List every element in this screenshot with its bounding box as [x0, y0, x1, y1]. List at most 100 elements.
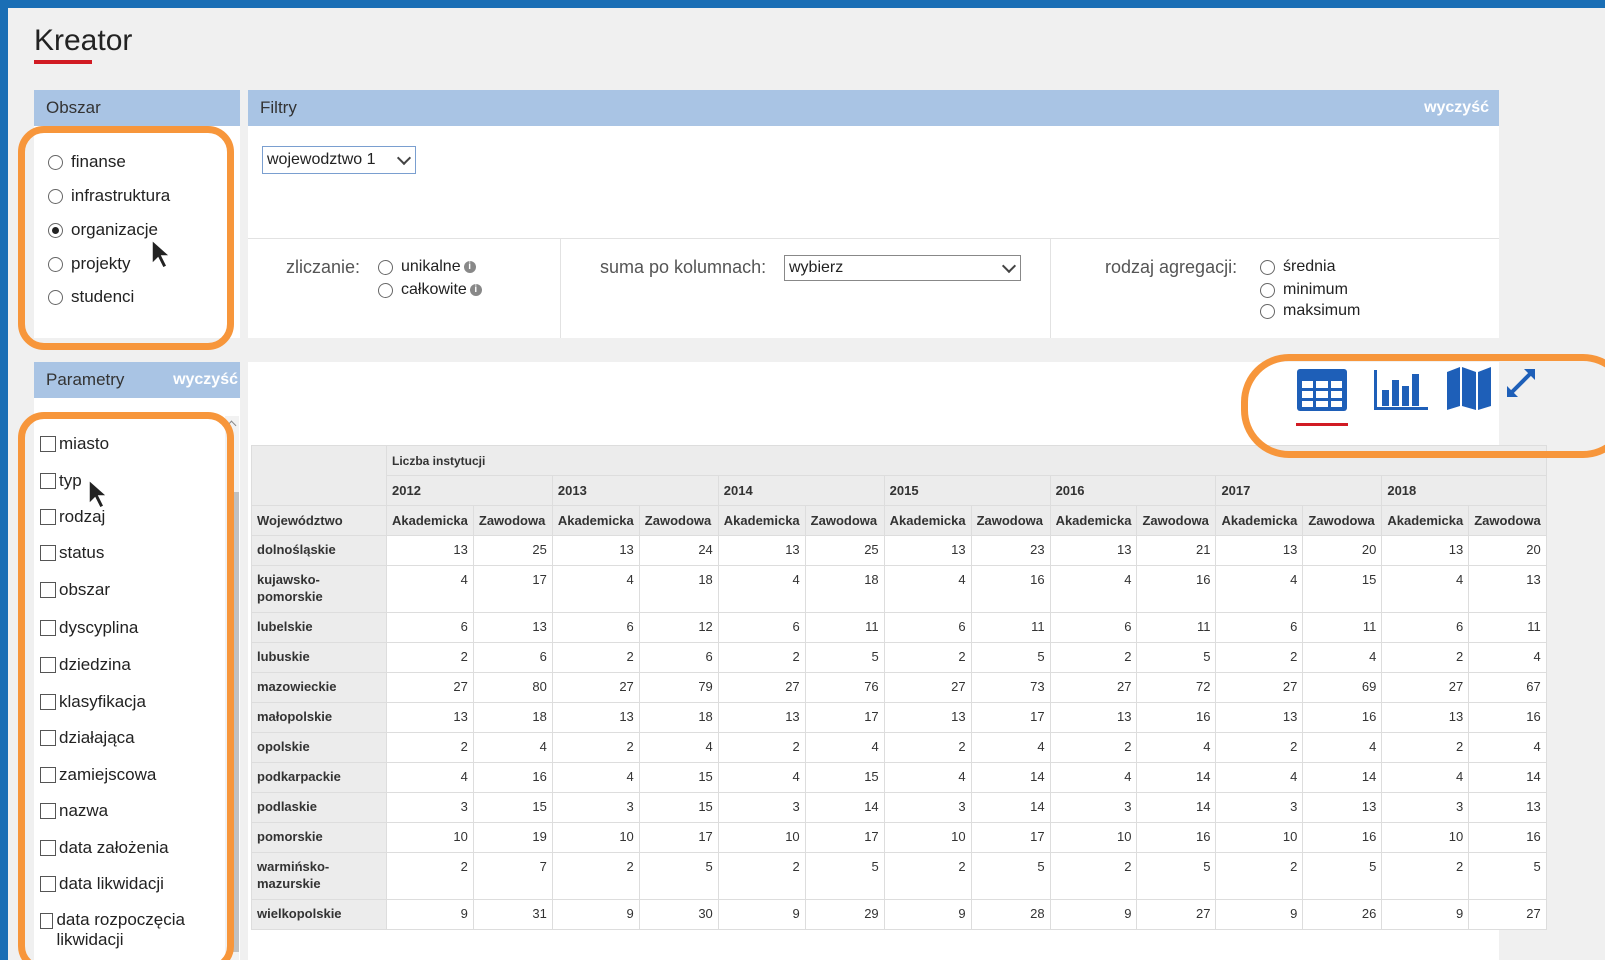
table-cell: 13 [717, 535, 806, 566]
checkbox[interactable] [40, 657, 56, 673]
table-cell: 10 [883, 822, 972, 853]
radio-icon[interactable] [48, 154, 63, 170]
radio-label: organizacje [71, 220, 158, 239]
expand-icon[interactable] [1504, 366, 1538, 400]
checkbox[interactable] [40, 840, 56, 856]
table-cell: 3 [717, 792, 806, 823]
table-view-icon[interactable] [1296, 368, 1348, 414]
param-label: dyscyplina [59, 618, 139, 637]
table-cell: 5 [970, 852, 1051, 900]
param-label: nazwa [59, 801, 109, 820]
table-cell: 4 [638, 732, 719, 763]
table-cell: 28 [970, 899, 1051, 930]
radio-organizacje[interactable]: organizacje [48, 220, 158, 240]
year-header: 2012 [386, 475, 553, 506]
suma-select[interactable]: wybierz [784, 255, 1021, 281]
filter-divider [248, 238, 1499, 239]
table-cell: 17 [970, 822, 1051, 853]
parametry-header: Parametry wyczyść [34, 362, 240, 398]
info-icon: i [463, 261, 476, 273]
table-cell: 3 [1215, 792, 1304, 823]
parametry-clear-link[interactable]: wyczyść [173, 362, 238, 398]
table-cell: 4 [717, 762, 806, 793]
table-row: kujawsko-pomorskie 4 17 4 18 4 18 4 16 4 16 4 15 4 13 [251, 565, 1547, 613]
checkbox[interactable] [40, 436, 56, 452]
checkbox[interactable] [40, 767, 56, 783]
param-klasyfikacja[interactable]: klasyfikacja [40, 692, 146, 712]
checkbox[interactable] [40, 509, 56, 525]
radio-icon[interactable] [1260, 303, 1275, 319]
param-typ[interactable]: typ [40, 471, 82, 491]
radio-label: maksimum [1283, 302, 1361, 319]
param-zamiejscowa[interactable]: zamiejscowa [40, 765, 156, 785]
checkbox[interactable] [40, 730, 56, 746]
param-rodzaj[interactable]: rodzaj [40, 507, 105, 527]
param-miasto[interactable]: miasto [40, 434, 109, 454]
chevron-down-icon [1001, 258, 1017, 274]
checkbox[interactable] [40, 473, 56, 489]
param-status[interactable]: status [40, 543, 104, 563]
type-header: Akademicka [717, 505, 806, 536]
table-cell: 9 [717, 899, 806, 930]
table-cell: 4 [1049, 762, 1138, 793]
radio-icon[interactable] [1260, 259, 1275, 275]
param-nazwa[interactable]: nazwa [40, 801, 108, 821]
radio-icon[interactable] [378, 282, 393, 298]
param-data-rozpoczecia-likwidacji[interactable]: data rozpoczęcia likwidacji [40, 910, 220, 950]
table-cell: 69 [1302, 672, 1383, 703]
checkbox[interactable] [40, 582, 56, 598]
radio-icon[interactable] [378, 259, 393, 275]
bar-chart-icon[interactable] [1372, 366, 1430, 412]
param-data-zalozenia[interactable]: data założenia [40, 838, 169, 858]
row-label: kujawsko-pomorskie [251, 565, 387, 613]
radio-maksimum[interactable]: maksimum [1260, 302, 1360, 320]
radio-infrastruktura[interactable]: infrastruktura [48, 186, 170, 206]
radio-calkowite[interactable]: całkowite i [378, 281, 482, 299]
checkbox[interactable] [40, 694, 56, 710]
table-cell: 2 [1381, 642, 1470, 673]
table-cell: 14 [804, 792, 885, 823]
radio-finanse[interactable]: finanse [48, 152, 126, 172]
checkbox[interactable] [40, 803, 56, 819]
radio-studenci[interactable]: studenci [48, 287, 134, 307]
radio-label: średnia [1283, 258, 1336, 275]
checkbox[interactable] [40, 913, 54, 929]
radio-selected-icon[interactable] [48, 222, 63, 238]
table-cell: 16 [1302, 702, 1383, 733]
voivodeship-select[interactable]: wojewodztwo 1 [262, 146, 416, 174]
param-dyscyplina[interactable]: dyscyplina [40, 618, 138, 638]
radio-minimum[interactable]: minimum [1260, 281, 1348, 299]
table-cell: 17 [804, 822, 885, 853]
table-cell: 18 [638, 565, 719, 613]
table-cell: 7 [472, 852, 553, 900]
radio-unikalne[interactable]: unikalne i [378, 258, 476, 276]
table-cell: 4 [386, 762, 474, 793]
radio-icon[interactable] [1260, 282, 1275, 298]
table-cell: 13 [1381, 535, 1470, 566]
radio-srednia[interactable]: średnia [1260, 258, 1335, 276]
table-cell: 15 [472, 792, 553, 823]
radio-icon[interactable] [48, 188, 63, 204]
radio-projekty[interactable]: projekty [48, 254, 131, 274]
map-icon[interactable] [1445, 364, 1493, 412]
filtry-clear-link[interactable]: wyczyść [1424, 90, 1489, 126]
row-label: wielkopolskie [251, 899, 387, 930]
param-dzialajaca[interactable]: działająca [40, 728, 135, 748]
table-cell: 6 [551, 612, 640, 643]
checkbox[interactable] [40, 545, 56, 561]
table-cell: 15 [638, 792, 719, 823]
checkbox[interactable] [40, 620, 56, 636]
param-obszar[interactable]: obszar [40, 580, 110, 600]
table-cell: 9 [1215, 899, 1304, 930]
table-cell: 13 [1049, 702, 1138, 733]
radio-icon[interactable] [48, 289, 63, 305]
parametry-scroll-thumb[interactable] [230, 492, 239, 952]
radio-icon[interactable] [48, 256, 63, 272]
table-cell: 12 [638, 612, 719, 643]
param-dziedzina[interactable]: dziedzina [40, 655, 131, 675]
table-cell: 2 [717, 732, 806, 763]
page-title: Kreator [34, 24, 133, 57]
checkbox[interactable] [40, 876, 56, 892]
subheader-row: Województwo Akademicka Zawodowa Akademicka Z… [251, 505, 1547, 536]
param-data-likwidacji[interactable]: data likwidacji [40, 874, 164, 894]
